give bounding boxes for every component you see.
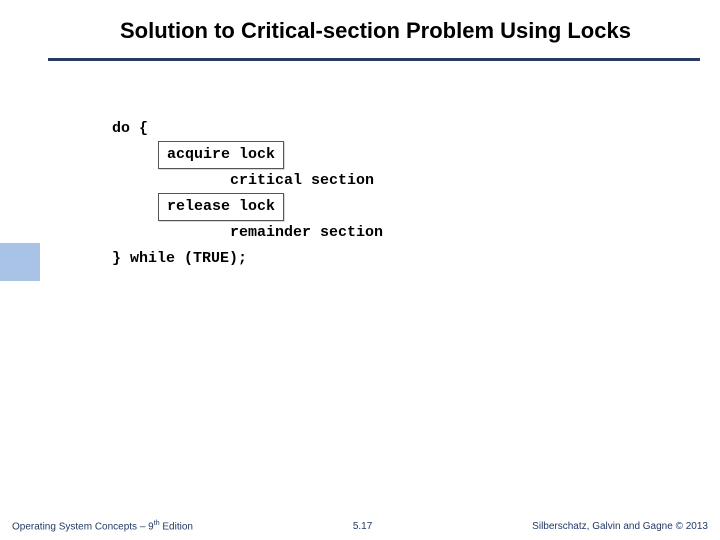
page-title: Solution to Critical-section Problem Usi… xyxy=(120,18,631,44)
sidebar-top xyxy=(0,0,40,243)
sidebar xyxy=(0,0,40,540)
footer: Operating System Concepts – 9th Edition … xyxy=(12,520,708,532)
footer-right: Silberschatz, Galvin and Gagne © 2013 xyxy=(532,521,708,532)
code-block: do { acquire lock critical section relea… xyxy=(112,116,383,272)
footer-left: Operating System Concepts – 9th Edition xyxy=(12,520,193,532)
release-lock-box: release lock xyxy=(158,193,284,221)
code-close: } while (TRUE); xyxy=(112,247,247,271)
code-line-critical: critical section xyxy=(112,168,383,194)
footer-left-prefix: Operating System Concepts – 9 xyxy=(12,521,154,532)
title-rule xyxy=(48,58,700,61)
remainder-section-text: remainder section xyxy=(230,221,383,245)
code-line-close: } while (TRUE); xyxy=(112,246,383,272)
footer-center: 5.17 xyxy=(353,521,372,532)
slide: Solution to Critical-section Problem Usi… xyxy=(0,0,720,540)
sidebar-bottom xyxy=(0,281,40,540)
code-line-do: do { xyxy=(112,116,383,142)
critical-section-text: critical section xyxy=(230,169,374,193)
footer-left-suffix: Edition xyxy=(160,521,193,532)
code-line-release: release lock xyxy=(112,194,383,220)
acquire-lock-box: acquire lock xyxy=(158,141,284,169)
code-do-open: do { xyxy=(112,117,148,141)
code-line-remainder: remainder section xyxy=(112,220,383,246)
sidebar-accent xyxy=(0,243,40,281)
code-line-acquire: acquire lock xyxy=(112,142,383,168)
